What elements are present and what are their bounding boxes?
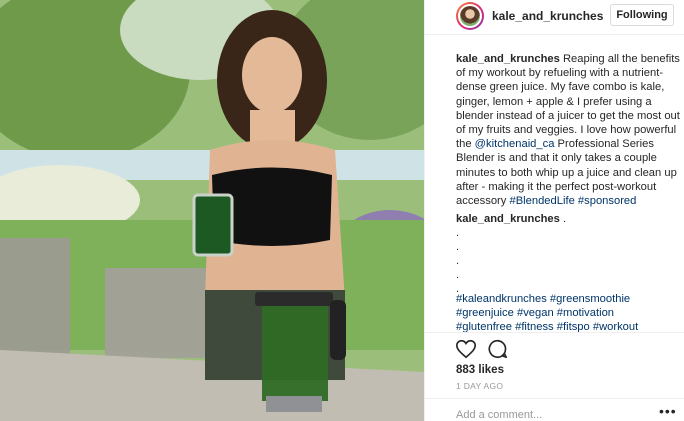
hashtag-link[interactable]: #kaleandkrunches [456,293,547,305]
dot-line: . [456,227,460,239]
comment-icon-glyph [488,339,508,359]
more-options-icon[interactable]: ••• [659,403,677,419]
caption-text-part-1: Reaping all the benefits of my workout b… [456,53,680,151]
hashtag-link[interactable]: #greensmoothie [550,293,630,305]
heart-icon[interactable] [455,338,477,360]
comment-divider [425,398,684,399]
header-divider [425,34,684,35]
heart-icon-glyph [456,339,476,359]
post-actions [455,338,509,360]
actions-divider [425,332,684,333]
comment: kale_and_krunches . [456,212,680,226]
hashtag-link[interactable]: #vegan [517,307,554,319]
dot-line: . [456,269,460,282]
caption-username[interactable]: kale_and_krunches [456,53,560,65]
comment-dots: . . . . . [456,226,459,296]
comment-text: . [559,213,567,225]
hashtag-link[interactable]: #sponsored [578,195,636,207]
hashtag-link[interactable]: #motivation [557,307,614,319]
avatar-image [460,6,480,26]
avatar-ring [458,4,482,28]
post-caption: kale_and_krunches Reaping all the benefi… [456,52,680,208]
hashtag-link[interactable]: #BlendedLife [509,195,574,207]
photo-illustration [0,0,424,421]
post-sidebar: kale_and_krunches Following kale_and_kru… [424,0,684,421]
avatar[interactable] [456,2,484,30]
comment-icon[interactable] [487,338,509,360]
comment-username[interactable]: kale_and_krunches [456,213,560,225]
dot-line: . [456,255,460,268]
mention-link[interactable]: @kitchenaid_ca [475,138,555,150]
post-header: kale_and_krunches Following [425,0,684,32]
likes-count[interactable]: 883 likes [456,364,504,376]
dot-line: . [456,241,460,254]
hashtag-link[interactable]: #greenjuice [456,307,514,319]
username-link[interactable]: kale_and_krunches [492,9,603,23]
following-button[interactable]: Following [610,4,674,26]
add-comment-input[interactable]: Add a comment... [456,409,542,421]
instagram-post: kale_and_krunches Following kale_and_kru… [0,0,684,421]
hashtag-list: #kaleandkrunches #greensmoothie #greenju… [456,292,680,335]
post-photo[interactable] [0,0,424,421]
post-timestamp[interactable]: 1 DAY AGO [456,381,503,391]
